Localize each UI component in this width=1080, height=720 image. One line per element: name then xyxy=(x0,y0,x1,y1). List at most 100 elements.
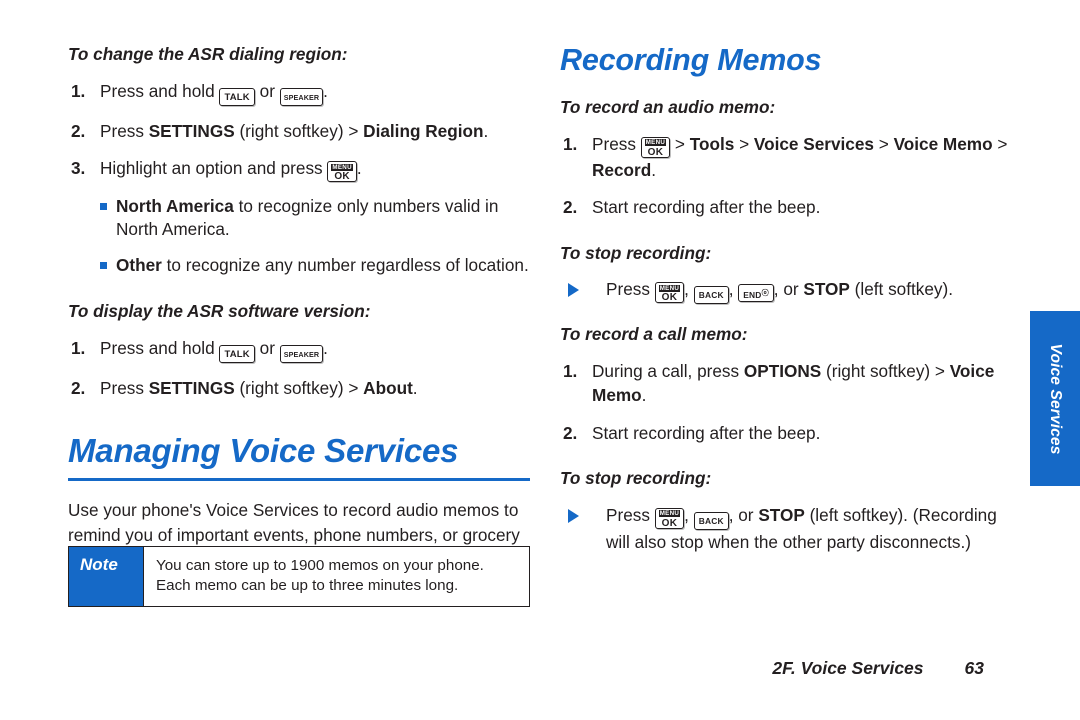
menu-ok-key-icon: MENU OK xyxy=(654,282,685,304)
menu-label-voice-memo: Voice Memo xyxy=(893,133,993,154)
menu-ok-key-icon: MENU OK xyxy=(654,507,685,529)
triangle-bullet-icon xyxy=(568,508,579,523)
step-number: 1. xyxy=(71,80,86,101)
menu-label-tools: Tools xyxy=(689,133,735,154)
section-title-managing-voice-services: Managing Voice Services xyxy=(68,432,459,469)
step-number: 2. xyxy=(563,197,578,218)
sub-bullet-item: Other to recognize any number regardless… xyxy=(68,254,530,277)
step-text-a: During a call, press xyxy=(592,360,744,381)
procedure-heading-stop-recording-2: To stop recording: xyxy=(560,468,712,489)
sub-bullet-item: North America to recognize only numbers … xyxy=(68,195,530,241)
power-symbol-icon: ⓞ xyxy=(761,290,769,298)
step-text-sep: , or xyxy=(728,504,759,525)
talk-key-icon: TALK xyxy=(219,344,255,363)
step-text-end: . xyxy=(323,80,328,101)
menu-label-settings: SETTINGS xyxy=(148,377,235,398)
menu-label-voice-services: Voice Services xyxy=(753,133,874,154)
note-text: You can store up to 1900 memos on your p… xyxy=(143,547,529,606)
step-item: 2. Start recording after the beep. xyxy=(560,195,1020,220)
step-item: 1. Press and hold TALK or SPEAKER. xyxy=(68,336,530,363)
right-column: Recording Memos To record an audio memo:… xyxy=(560,44,1020,554)
softkey-label-options: OPTIONS xyxy=(743,360,822,381)
step-number: 2. xyxy=(563,422,578,443)
talk-key-icon: TALK xyxy=(219,87,255,106)
step-text-sep: , xyxy=(684,279,694,300)
step-number: 2. xyxy=(71,120,86,141)
side-tab-voice-services: Voice Services xyxy=(1030,311,1080,486)
softkey-label-stop: STOP xyxy=(803,279,850,300)
step-text-a: Press xyxy=(606,279,655,300)
manual-page: To change the ASR dialing region: 1. Pres… xyxy=(0,0,1080,720)
steps-change-asr-region: 1. Press and hold TALK or SPEAKER. 2. Pres… xyxy=(68,79,530,182)
end-key-label: END xyxy=(743,290,762,301)
end-key-icon: ENDⓞ xyxy=(738,284,774,303)
steps-record-audio-memo: 1. Press MENU OK > Tools > Voice Services … xyxy=(560,132,1020,220)
step-text-a: Press xyxy=(606,504,655,525)
menu-key-top-label: MENU xyxy=(658,510,681,518)
option-description: to recognize any number regardless of lo… xyxy=(161,255,529,275)
step-text-end: . xyxy=(651,159,656,180)
step-text-a: Press and hold xyxy=(100,337,220,358)
square-bullet-icon xyxy=(100,262,107,269)
step-text: Start recording after the beep. xyxy=(592,197,821,218)
note-label: Note xyxy=(69,547,143,606)
triangle-bullet-icon xyxy=(568,283,579,298)
menu-key-top-label: MENU xyxy=(658,284,681,292)
arrow-step-item: Press MENU OK, BACK, ENDⓞ, or STOP (left … xyxy=(560,277,1020,305)
menu-key-top-label: MENU xyxy=(331,163,353,171)
menu-label-settings: SETTINGS xyxy=(148,120,235,141)
step-text-a: Press xyxy=(100,120,149,141)
menu-key-top-label: MENU xyxy=(644,139,667,147)
ok-key-label: OK xyxy=(334,171,350,182)
step-number: 1. xyxy=(563,133,578,154)
step-number: 1. xyxy=(563,360,578,381)
page-footer: 2F. Voice Services 63 xyxy=(0,658,1030,679)
step-text-or: or xyxy=(254,80,280,101)
step-item: 1. Press MENU OK > Tools > Voice Services … xyxy=(560,132,1020,183)
step-text: Start recording after the beep. xyxy=(592,422,821,443)
step-text-or: or xyxy=(254,337,280,358)
step-text-c: (right softkey) > xyxy=(821,360,950,381)
option-name-other: Other xyxy=(116,255,162,275)
step-text-sep: , xyxy=(728,279,739,300)
step-text-a: Press xyxy=(100,377,149,398)
step-text-end: . xyxy=(412,377,418,398)
step-text-sep: , or xyxy=(773,279,804,300)
section-divider-rule xyxy=(68,477,530,482)
step-text-a: Press and hold xyxy=(100,80,220,101)
procedure-heading-record-audio-memo: To record an audio memo: xyxy=(560,97,776,118)
procedure-heading-record-call-memo: To record a call memo: xyxy=(560,324,748,345)
step-text-sep: > xyxy=(873,133,894,154)
step-text-end: . xyxy=(483,120,489,141)
step-item: 2. Press SETTINGS (right softkey) > About… xyxy=(68,376,530,401)
procedure-heading-display-asr-version: To display the ASR software version: xyxy=(68,301,371,321)
menu-ok-key-icon: MENU OK xyxy=(640,136,671,158)
procedure-heading-change-asr-region: To change the ASR dialing region: xyxy=(68,44,348,64)
steps-record-call-memo: 1. During a call, press OPTIONS (right so… xyxy=(560,359,1020,446)
step-text-end: (left softkey). xyxy=(849,279,954,300)
step-item: 1. During a call, press OPTIONS (right so… xyxy=(560,359,1020,408)
step-text-sep: > xyxy=(992,133,1008,154)
left-column: To change the ASR dialing region: 1. Pres… xyxy=(68,44,530,596)
ok-key-label: OK xyxy=(647,146,664,158)
arrow-step-item: Press MENU OK, BACK, or STOP (left softke… xyxy=(560,503,1020,555)
ok-key-label: OK xyxy=(661,292,678,304)
back-key-icon: BACK xyxy=(693,511,729,530)
note-box: Note You can store up to 1900 memos on y… xyxy=(68,546,530,607)
section-title-recording-memos: Recording Memos xyxy=(560,43,822,77)
back-key-icon: BACK xyxy=(693,286,729,305)
step-number: 1. xyxy=(71,337,86,358)
step-item: 1. Press and hold TALK or SPEAKER. xyxy=(68,79,530,106)
step-text-a: Highlight an option and press xyxy=(100,158,328,178)
step-text-sep: > xyxy=(734,133,754,154)
step-text-c: (right softkey) > xyxy=(234,377,364,398)
menu-label-record: Record xyxy=(592,159,652,180)
procedure-heading-stop-recording-1: To stop recording: xyxy=(560,242,712,263)
step-text-sep: > xyxy=(670,133,690,154)
step-number: 2. xyxy=(71,377,86,398)
step-number: 3. xyxy=(71,158,86,178)
side-tab-label: Voice Services xyxy=(1047,343,1064,454)
option-name-north-america: North America xyxy=(116,196,234,216)
steps-display-asr-version: 1. Press and hold TALK or SPEAKER. 2. Pres… xyxy=(68,336,530,401)
speaker-key-icon: SPEAKER xyxy=(279,87,324,106)
